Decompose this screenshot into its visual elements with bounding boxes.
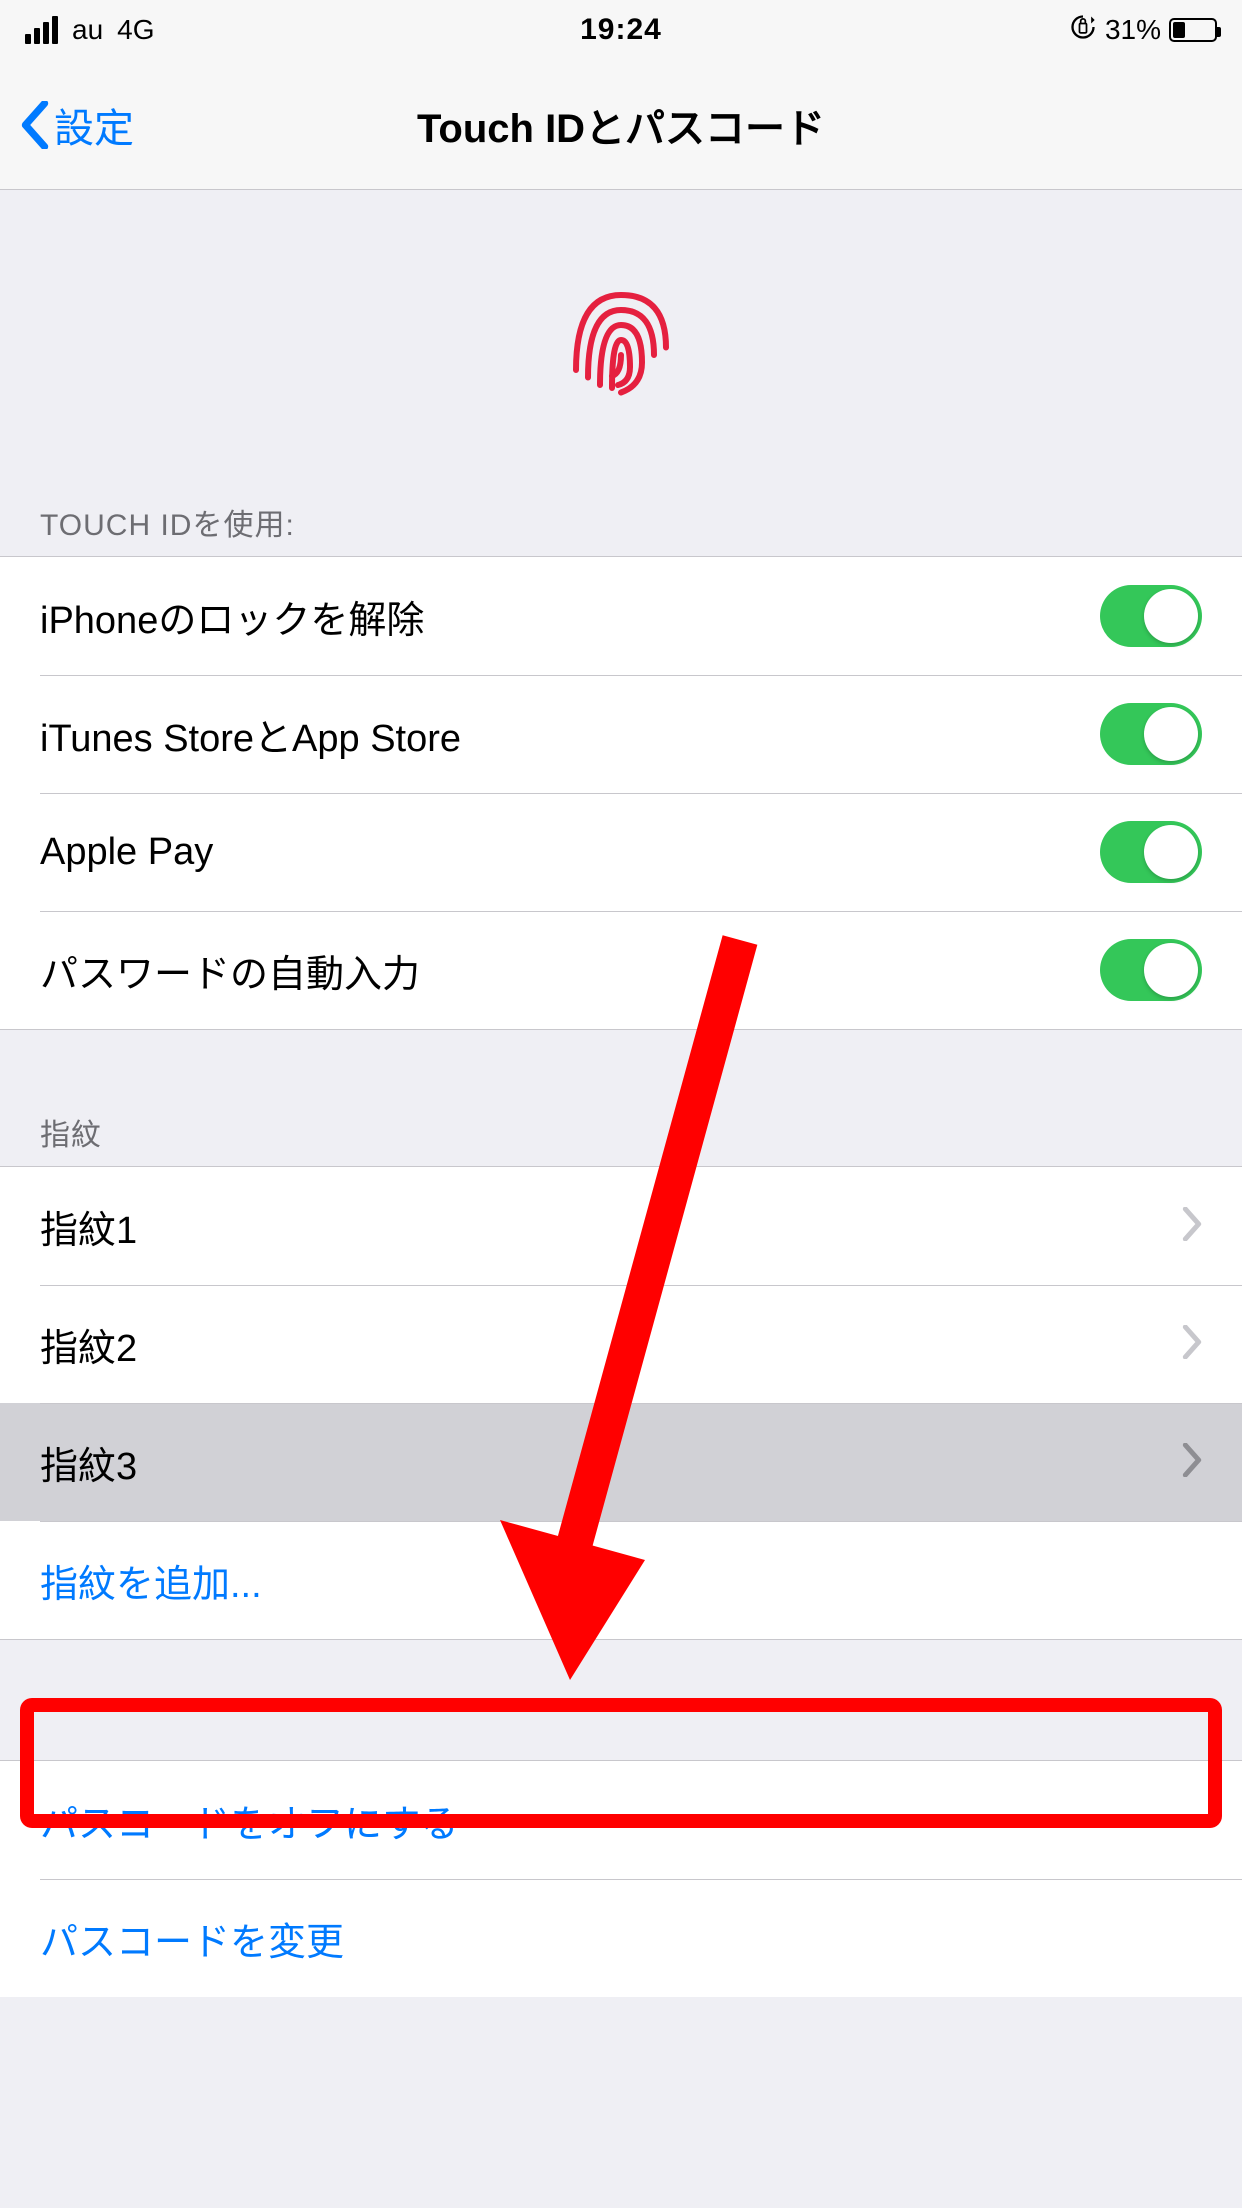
- row-apple-pay: Apple Pay: [0, 793, 1242, 911]
- touchid-toggle-list: iPhoneのロックを解除 iTunes StoreとApp Store App…: [0, 556, 1242, 1030]
- row-label: パスコードを変更: [40, 1911, 1202, 1966]
- section-header-touchid: TOUCH IDを使用:: [0, 490, 1242, 556]
- row-label: iTunes StoreとApp Store: [40, 707, 1100, 762]
- row-turn-off-passcode[interactable]: パスコードをオフにする: [0, 1761, 1242, 1879]
- row-change-passcode[interactable]: パスコードを変更: [0, 1879, 1242, 1997]
- row-label: iPhoneのロックを解除: [40, 589, 1100, 644]
- row-label: 指紋3: [40, 1435, 1182, 1490]
- network-label: 4G: [117, 14, 154, 46]
- row-fingerprint-2[interactable]: 指紋2: [0, 1285, 1242, 1403]
- page-title: Touch IDとパスコード: [0, 96, 1242, 154]
- chevron-left-icon: [20, 101, 50, 149]
- nav-bar: 設定 Touch IDとパスコード: [0, 60, 1242, 190]
- row-label: パスコードをオフにする: [40, 1793, 1202, 1848]
- chevron-right-icon: [1182, 1443, 1202, 1482]
- toggle-apple-pay[interactable]: [1100, 821, 1202, 883]
- row-unlock-iphone: iPhoneのロックを解除: [0, 557, 1242, 675]
- fingerprint-list: 指紋1 指紋2 指紋3 指紋を追加...: [0, 1166, 1242, 1640]
- status-bar: au 4G 19:24 31%: [0, 0, 1242, 60]
- toggle-unlock-iphone[interactable]: [1100, 585, 1202, 647]
- row-label: 指紋2: [40, 1317, 1182, 1372]
- orientation-lock-icon: [1069, 13, 1097, 48]
- battery-percent: 31%: [1105, 14, 1161, 46]
- section-header-fingerprints: 指紋: [0, 1110, 1242, 1166]
- carrier-label: au: [72, 14, 103, 46]
- row-add-fingerprint[interactable]: 指紋を追加...: [0, 1521, 1242, 1639]
- row-password-autofill: パスワードの自動入力: [0, 911, 1242, 1029]
- signal-icon: [25, 16, 58, 44]
- row-label: 指紋1: [40, 1199, 1182, 1254]
- row-itunes-appstore: iTunes StoreとApp Store: [0, 675, 1242, 793]
- fingerprint-hero: [0, 190, 1242, 490]
- fingerprint-icon: [546, 265, 696, 415]
- row-label: パスワードの自動入力: [40, 943, 1100, 998]
- chevron-right-icon: [1182, 1207, 1202, 1246]
- status-time: 19:24: [422, 13, 819, 47]
- row-fingerprint-1[interactable]: 指紋1: [0, 1167, 1242, 1285]
- toggle-password-autofill[interactable]: [1100, 939, 1202, 1001]
- row-fingerprint-3[interactable]: 指紋3: [0, 1403, 1242, 1521]
- chevron-right-icon: [1182, 1325, 1202, 1364]
- row-label: Apple Pay: [40, 831, 1100, 874]
- row-label: 指紋を追加...: [40, 1553, 1202, 1608]
- back-button[interactable]: 設定: [20, 96, 134, 154]
- battery-icon: [1169, 18, 1217, 42]
- passcode-list: パスコードをオフにする パスコードを変更: [0, 1760, 1242, 1997]
- toggle-itunes-appstore[interactable]: [1100, 703, 1202, 765]
- back-label: 設定: [54, 96, 134, 154]
